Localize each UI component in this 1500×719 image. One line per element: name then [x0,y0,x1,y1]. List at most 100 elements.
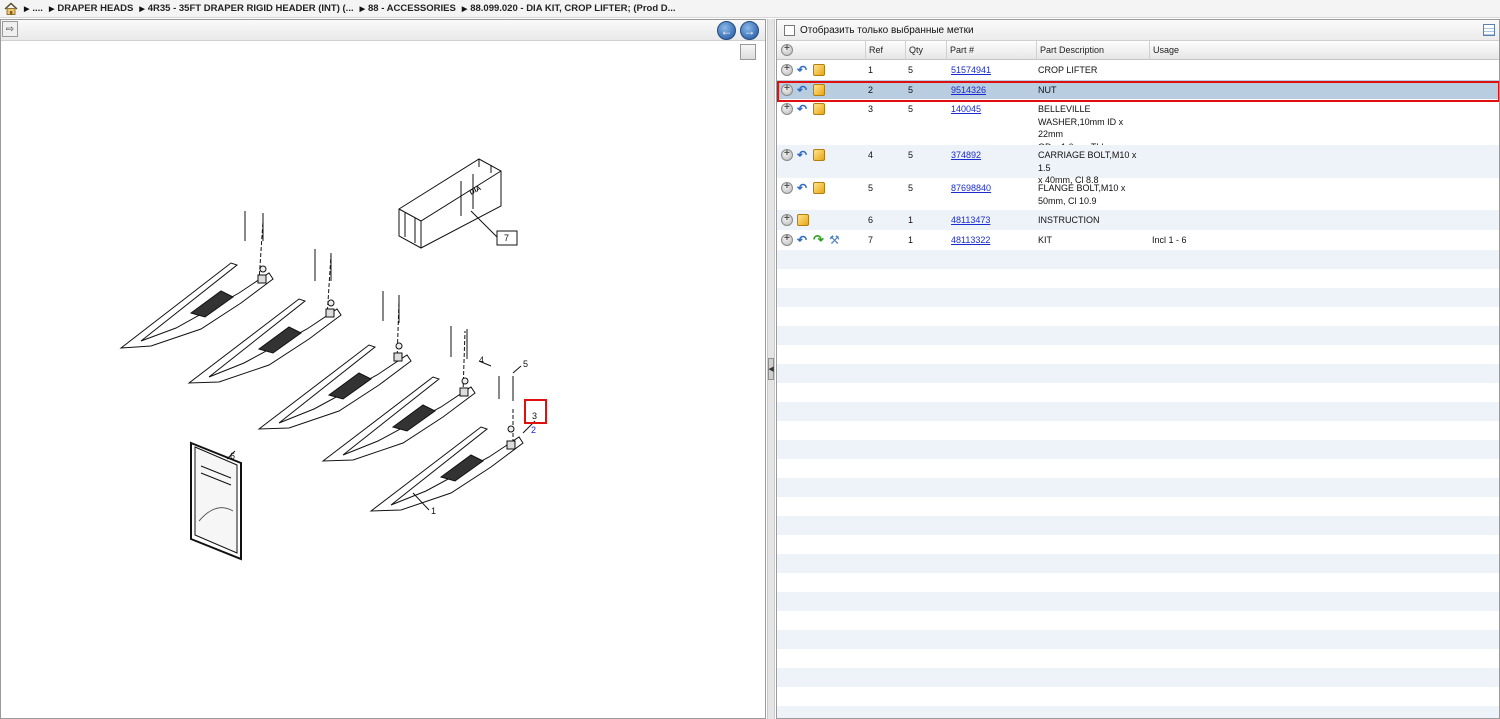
table-row[interactable]: ↶35140045BELLEVILLE WASHER,10mm ID x 22m… [777,99,1499,152]
callout-7[interactable]: 7 [504,233,509,243]
column-qty[interactable]: Qty [905,41,946,60]
empty-row [777,269,1499,288]
return-arrow-icon[interactable]: ↶ [797,234,809,246]
callout-2[interactable]: 2 [531,425,536,435]
empty-row [777,592,1499,611]
empty-row [777,402,1499,421]
empty-row [777,364,1499,383]
parts-illustration[interactable]: 1 2 3 4 5 6 7 DIA [1,41,765,719]
callout-4[interactable]: 4 [479,355,484,365]
ref-cell: 1 [868,65,874,75]
breadcrumb-item-draper-heads[interactable]: DRAPER HEADS [49,3,133,14]
callout-1[interactable]: 1 [431,506,436,516]
empty-row [777,250,1499,269]
return-arrow-icon[interactable]: ↶ [797,149,809,161]
substitute-arrow-icon[interactable]: ↷ [813,233,825,246]
table-header: Ref Qty Part # Part Description Usage [777,41,1499,60]
breadcrumb: .... DRAPER HEADS 4R35 - 35FT DRAPER RIG… [0,0,1500,18]
expand-row-icon[interactable] [781,181,793,194]
back-button[interactable]: ← [717,21,736,40]
empty-row [777,459,1499,478]
part-number-link[interactable]: 51574941 [951,64,991,77]
empty-row [777,554,1499,573]
breadcrumb-item-root[interactable]: .... [24,3,43,14]
filter-bar: Отобразить только выбранные метки [777,20,1499,41]
empty-row [777,706,1499,718]
expand-row-icon[interactable] [781,63,793,76]
ref-cell: 4 [868,150,874,160]
filter-label: Отобразить только выбранные метки [800,24,974,36]
part-number-link[interactable]: 48113322 [951,234,990,247]
drawing-toolbar: ⇨ ← → [1,20,765,41]
callout-5[interactable]: 5 [523,359,528,369]
column-part-number[interactable]: Part # [946,41,1036,60]
callout-highlight [524,399,547,424]
empty-row [777,611,1499,630]
part-number-link[interactable]: 48113473 [951,214,990,227]
empty-row [777,630,1499,649]
table-row[interactable]: ↶45374892CARRIAGE BOLT,M10 x 1.5 x 40mm,… [777,145,1499,185]
panel-splitter[interactable]: ◀ [767,19,775,719]
table-row[interactable]: 6 1 48113473 INSTRUCTION [777,210,1499,230]
column-part-description[interactable]: Part Description [1036,41,1149,60]
expand-row-icon[interactable] [781,102,793,115]
table-row[interactable]: ↶ ↷ ⚒ 7 1 48113322 KIT Incl 1 - 6 [777,230,1499,250]
ref-cell: 5 [868,183,874,193]
expand-row-icon[interactable] [781,233,793,246]
show-selected-only-checkbox[interactable] [784,24,795,36]
kit-box-drawing [398,158,518,249]
empty-row [777,649,1499,668]
empty-row [777,326,1499,345]
empty-row [777,668,1499,687]
part-number-link[interactable]: 87698840 [951,182,991,195]
qty-cell: 5 [908,183,914,193]
wrench-icon[interactable]: ⚒ [829,234,841,246]
expand-panel-button[interactable]: ⇨ [2,21,18,37]
table-row[interactable]: ↶ 1 5 51574941 CROP LIFTER [777,60,1499,80]
return-arrow-icon[interactable]: ↶ [797,103,809,115]
expand-row-icon[interactable] [781,148,793,161]
empty-row [777,288,1499,307]
column-ref[interactable]: Ref [865,41,905,60]
arrow-left-icon: ← [720,23,733,38]
qty-cell: 5 [908,150,914,160]
expand-all-icon[interactable] [781,43,793,56]
return-arrow-icon[interactable]: ↶ [797,182,809,194]
empty-row [777,440,1499,459]
breadcrumb-item-accessories[interactable]: 88 - ACCESSORIES [360,3,456,14]
list-view-icon[interactable] [1483,24,1495,36]
return-arrow-icon[interactable]: ↶ [797,64,809,76]
crop-lifter-drawing [369,360,536,512]
breadcrumb-item-current[interactable]: 88.099.020 - DIA KIT, CROP LIFTER; (Prod… [462,3,675,14]
home-icon[interactable] [4,2,18,15]
part-number-link[interactable]: 140045 [951,103,981,116]
description-cell: KIT [1038,235,1053,245]
collapse-arrow-icon[interactable]: ◀ [768,358,774,380]
empty-row [777,345,1499,364]
package-icon[interactable] [813,182,825,194]
empty-row [777,687,1499,706]
qty-cell: 1 [908,215,914,225]
drawing-panel: ⇨ ← → 1 2 3 4 5 6 7 DIA [0,19,766,719]
package-icon[interactable] [813,64,825,76]
part-number-link[interactable]: 374892 [951,149,981,162]
empty-row [777,478,1499,497]
usage-cell: Incl 1 - 6 [1152,235,1187,245]
empty-row [777,573,1499,592]
callout-6[interactable]: 6 [230,451,235,461]
package-icon[interactable] [813,103,825,115]
forward-button[interactable]: → [740,21,759,40]
arrow-right-icon: ⇨ [5,23,15,35]
qty-cell: 5 [908,65,914,75]
parts-list-panel: Отобразить только выбранные метки Ref Qt… [776,19,1500,719]
description-cell: INSTRUCTION [1038,215,1100,225]
package-icon[interactable] [813,149,825,161]
package-icon[interactable] [797,214,809,226]
table-row[interactable]: ↶ 5 5 87698840 FLANGE BOLT,M10 x 50mm, Cl 10… [777,178,1499,210]
expand-row-icon[interactable] [781,213,793,226]
breadcrumb-item-header[interactable]: 4R35 - 35FT DRAPER RIGID HEADER (INT) (.… [139,3,354,14]
ref-cell: 6 [868,215,874,225]
row-highlight [777,81,1499,102]
empty-row [777,516,1499,535]
column-usage[interactable]: Usage [1149,41,1499,60]
